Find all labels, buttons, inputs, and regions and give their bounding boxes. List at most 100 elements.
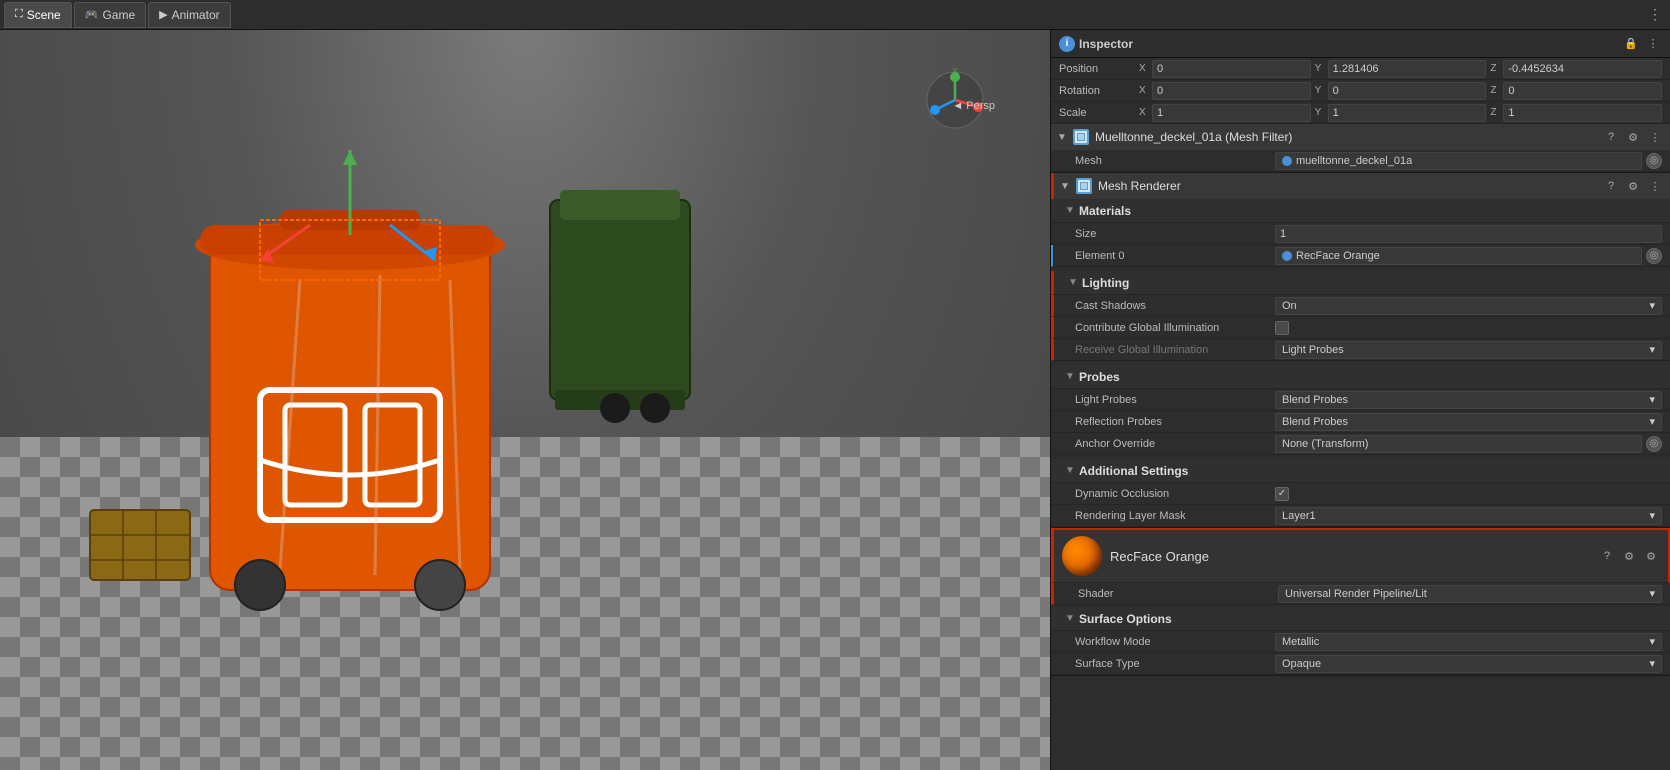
material-name: RecFace Orange — [1110, 549, 1209, 564]
cast-shadows-value-container: On ▾ — [1275, 297, 1662, 315]
scale-y-field: Y — [1315, 104, 1487, 122]
rendering-layer-label: Rendering Layer Mask — [1075, 510, 1275, 522]
tab-game-label: Game — [102, 8, 135, 22]
contribute-gi-checkbox[interactable] — [1275, 321, 1289, 335]
lock-icon[interactable]: 🔒 — [1622, 35, 1640, 53]
mesh-filter-settings-icon[interactable]: ⚙ — [1624, 128, 1642, 146]
svg-text:Y: Y — [952, 67, 958, 76]
position-x-input[interactable] — [1152, 60, 1311, 78]
dynamic-occlusion-row: Dynamic Occlusion — [1051, 483, 1670, 505]
tab-scene[interactable]: ⛶ Scene — [4, 2, 72, 28]
inspector-title: Inspector — [1079, 37, 1133, 51]
anchor-override-select-btn[interactable]: ◎ — [1646, 436, 1662, 452]
shader-row: Shader Universal Render Pipeline/Lit ▾ — [1051, 583, 1670, 605]
rotation-y-field: Y — [1315, 82, 1487, 100]
mesh-renderer-header[interactable]: ▼ Mesh Renderer ? ⚙ ⋮ — [1051, 173, 1670, 199]
element0-label: Element 0 — [1075, 250, 1275, 262]
mesh-value: muelltonne_deckel_01a — [1296, 155, 1412, 167]
contribute-gi-row: Contribute Global Illumination — [1051, 317, 1670, 339]
position-y-input[interactable] — [1328, 60, 1487, 78]
light-probes-row: Light Probes Blend Probes ▾ — [1051, 389, 1670, 411]
element0-value-container: RecFace Orange ◎ — [1275, 247, 1662, 265]
surface-type-dropdown[interactable]: Opaque ▾ — [1275, 655, 1662, 673]
mesh-renderer-settings-icon[interactable]: ⚙ — [1624, 177, 1642, 195]
lighting-section-header[interactable]: ▼ Lighting — [1051, 271, 1670, 295]
mesh-prop-row: Mesh muelltonne_deckel_01a ◎ — [1051, 150, 1670, 172]
light-probes-arrow: ▾ — [1649, 393, 1655, 406]
tab-game[interactable]: 🎮 Game — [74, 2, 146, 28]
scene-icon: ⛶ — [15, 8, 23, 21]
position-z-input[interactable] — [1503, 60, 1662, 78]
dynamic-occlusion-label: Dynamic Occlusion — [1075, 488, 1275, 500]
rotation-x-field: X — [1139, 82, 1311, 100]
scale-z-input[interactable] — [1503, 104, 1662, 122]
inspector-options-icon[interactable]: ⋮ — [1644, 35, 1662, 53]
receive-gi-row: Receive Global Illumination Light Probes… — [1051, 339, 1670, 361]
rendering-layer-row: Rendering Layer Mask Layer1 ▾ — [1051, 505, 1670, 527]
tab-animator[interactable]: ▶ Animator — [148, 2, 231, 28]
rendering-layer-value: Layer1 — [1282, 510, 1316, 522]
rendering-layer-arrow: ▾ — [1649, 509, 1655, 522]
mesh-filter-header[interactable]: ▼ Muelltonne_deckel_01a (Mesh Filter) ? … — [1051, 124, 1670, 150]
y-axis-label: Y — [1315, 63, 1325, 74]
mesh-filter-section: ▼ Muelltonne_deckel_01a (Mesh Filter) ? … — [1051, 124, 1670, 173]
surface-options-header[interactable]: ▼ Surface Options — [1051, 607, 1670, 631]
surface-options-collapse-arrow: ▼ — [1065, 613, 1075, 624]
tab-animator-label: Animator — [172, 8, 220, 22]
scene-view[interactable]: Shaded ▾ 2D 💡 🔊 ✦ 👁 ⊞ ⤢ 📷 Gizmos ▾ 🔍 — [0, 30, 1050, 770]
persp-label[interactable]: ◄ Persp — [952, 100, 995, 112]
material-help-icon[interactable]: ? — [1598, 547, 1616, 565]
shader-value: Universal Render Pipeline/Lit — [1285, 588, 1427, 600]
light-probes-dropdown[interactable]: Blend Probes ▾ — [1275, 391, 1662, 409]
position-z-field: Z — [1490, 60, 1662, 78]
probes-section-header[interactable]: ▼ Probes — [1051, 365, 1670, 389]
dynamic-occlusion-checkbox[interactable] — [1275, 487, 1289, 501]
element0-field[interactable]: RecFace Orange — [1275, 247, 1642, 265]
material-actions: ? ⚙ ⚙ — [1598, 547, 1660, 565]
element0-select-btn[interactable]: ◎ — [1646, 248, 1662, 264]
game-icon: 🎮 — [85, 8, 99, 21]
shader-arrow: ▾ — [1649, 587, 1655, 600]
reflection-probes-row: Reflection Probes Blend Probes ▾ — [1051, 411, 1670, 433]
anchor-override-field[interactable]: None (Transform) — [1275, 435, 1642, 453]
probes-section-title: Probes — [1079, 370, 1120, 384]
workflow-dropdown[interactable]: Metallic ▾ — [1275, 633, 1662, 651]
rotation-z-input[interactable] — [1503, 82, 1662, 100]
scale-x-input[interactable] — [1152, 104, 1311, 122]
tab-menu-button[interactable]: ⋮ — [1644, 4, 1666, 26]
rotation-y-input[interactable] — [1328, 82, 1487, 100]
additional-settings-header[interactable]: ▼ Additional Settings — [1051, 459, 1670, 483]
element0-row: Element 0 RecFace Orange ◎ — [1051, 245, 1670, 267]
mesh-renderer-help-icon[interactable]: ? — [1602, 177, 1620, 195]
element0-value: RecFace Orange — [1296, 250, 1380, 262]
mesh-object-field[interactable]: muelltonne_deckel_01a — [1275, 152, 1642, 170]
lighting-section-title: Lighting — [1082, 276, 1129, 290]
material-sphere-preview — [1062, 536, 1102, 576]
reflection-probes-label: Reflection Probes — [1075, 416, 1275, 428]
rendering-layer-dropdown[interactable]: Layer1 ▾ — [1275, 507, 1662, 525]
material-gear-icon[interactable]: ⚙ — [1642, 547, 1660, 565]
mesh-select-btn[interactable]: ◎ — [1646, 153, 1662, 169]
materials-section-header[interactable]: ▼ Materials — [1051, 199, 1670, 223]
probes-collapse-arrow: ▼ — [1065, 371, 1075, 382]
scale-label: Scale — [1059, 107, 1139, 119]
mesh-filter-help-icon[interactable]: ? — [1602, 128, 1620, 146]
rotation-x-input[interactable] — [1152, 82, 1311, 100]
mesh-renderer-menu-icon[interactable]: ⋮ — [1646, 177, 1664, 195]
tab-scene-label: Scene — [27, 8, 61, 22]
lighting-collapse-arrow: ▼ — [1068, 277, 1078, 288]
material-settings-icon[interactable]: ⚙ — [1620, 547, 1638, 565]
mesh-object-dot — [1282, 156, 1292, 166]
cast-shadows-dropdown[interactable]: On ▾ — [1275, 297, 1662, 315]
reflection-probes-arrow: ▾ — [1649, 415, 1655, 428]
scale-z-field: Z — [1490, 104, 1662, 122]
material-preview: RecFace Orange ? ⚙ ⚙ — [1051, 528, 1670, 583]
size-input[interactable] — [1275, 225, 1662, 243]
rotation-z-field: Z — [1490, 82, 1662, 100]
scale-y-input[interactable] — [1328, 104, 1487, 122]
mesh-filter-menu-icon[interactable]: ⋮ — [1646, 128, 1664, 146]
receive-gi-dropdown[interactable]: Light Probes ▾ — [1275, 341, 1662, 359]
reflection-probes-dropdown[interactable]: Blend Probes ▾ — [1275, 413, 1662, 431]
mesh-renderer-collapse-arrow: ▼ — [1060, 181, 1070, 192]
shader-dropdown[interactable]: Universal Render Pipeline/Lit ▾ — [1278, 585, 1662, 603]
